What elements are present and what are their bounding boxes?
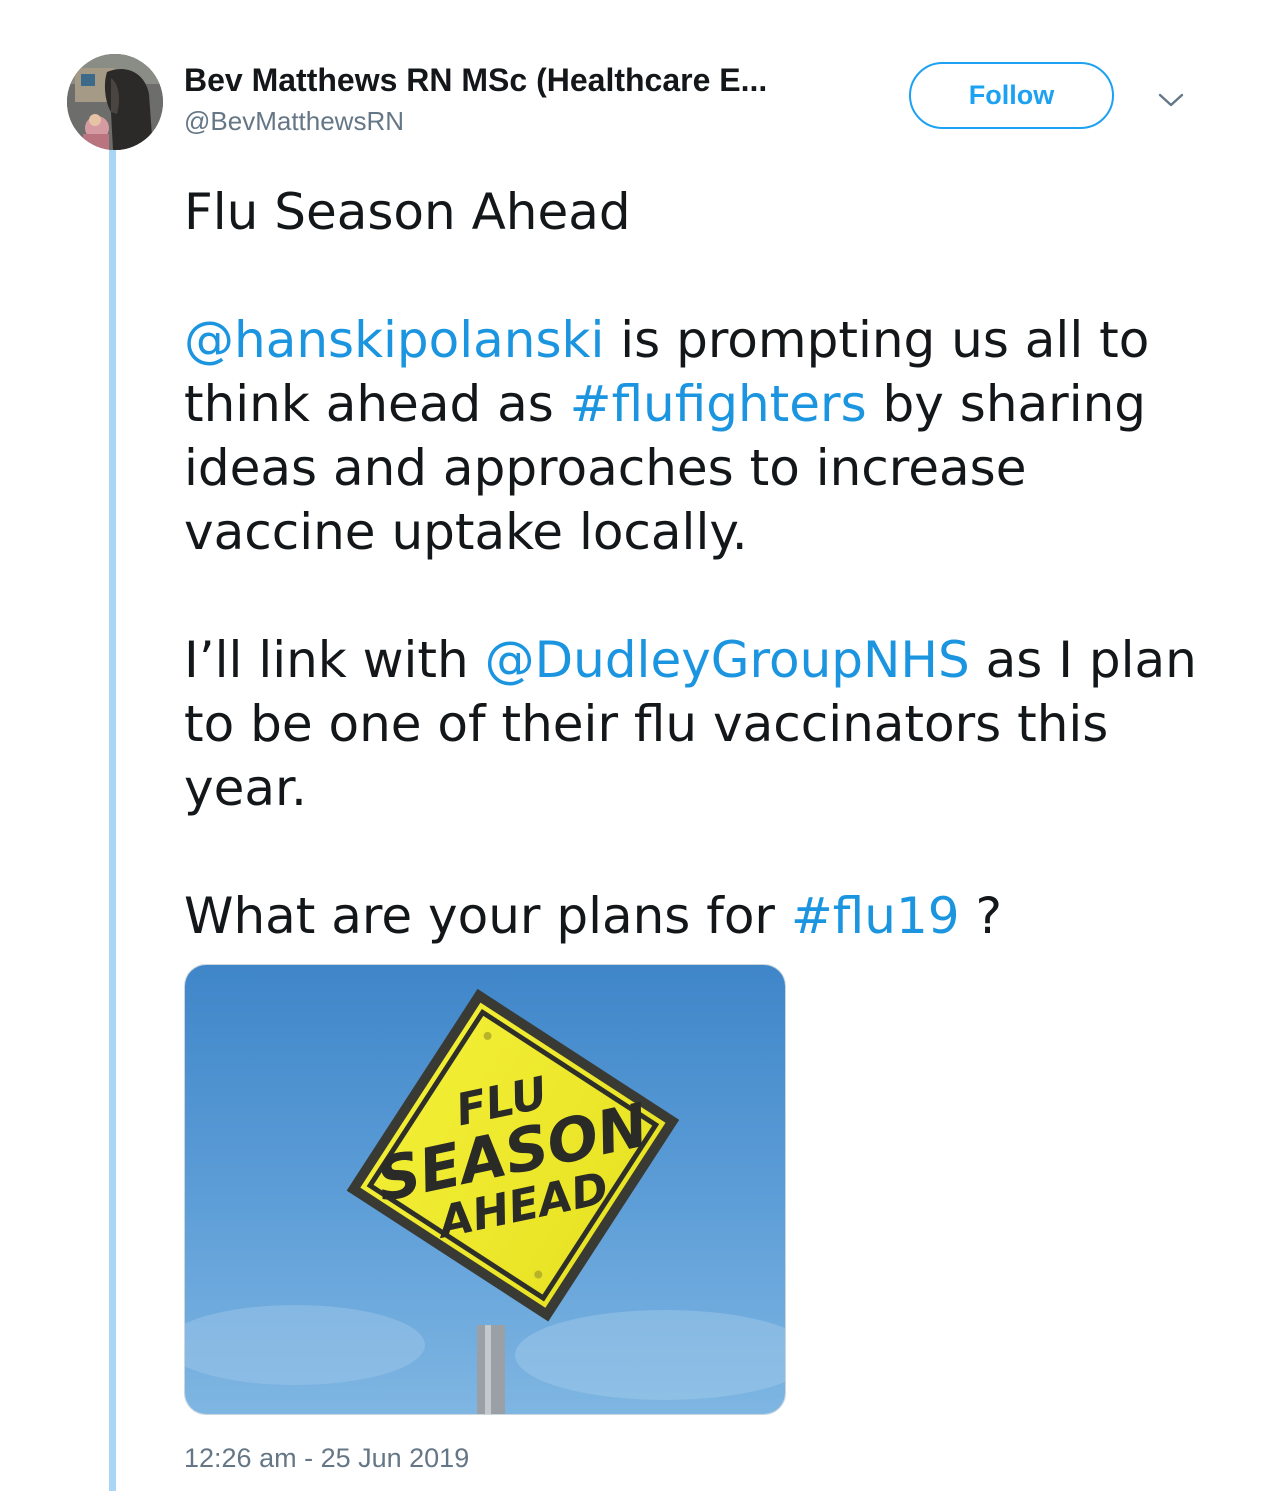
- timestamp-separator: -: [296, 1443, 321, 1473]
- flu-season-sign-image: FLU SEASON AHEAD: [185, 965, 785, 1414]
- tweet-headline: Flu Season Ahead: [184, 183, 631, 241]
- timestamp-time: 12:26 am: [184, 1443, 297, 1473]
- hashtag-link[interactable]: #flufighters: [570, 375, 867, 433]
- chevron-down-icon[interactable]: [1156, 88, 1186, 112]
- avatar-image: [67, 54, 163, 150]
- tweet-text: Flu Season Ahead @hanskipolanski is prom…: [184, 180, 1214, 948]
- mention-link[interactable]: @hanskipolanski: [184, 311, 604, 369]
- mention-link[interactable]: @DudleyGroupNHS: [485, 631, 970, 689]
- timestamp-date: 25 Jun 2019: [320, 1443, 470, 1473]
- hashtag-link[interactable]: #flu19: [791, 887, 960, 945]
- tweet-text-segment: I’ll link with: [184, 631, 485, 689]
- tweet-paragraph-1: Flu Season Ahead: [184, 180, 1214, 244]
- tweet-media-image[interactable]: FLU SEASON AHEAD: [184, 964, 786, 1415]
- tweet-paragraph-3: I’ll link with @DudleyGroupNHS as I plan…: [184, 628, 1214, 820]
- tweet-paragraph-4: What are your plans for #flu19 ?: [184, 884, 1214, 948]
- author-handle[interactable]: @BevMatthewsRN: [184, 106, 404, 137]
- tweet-timestamp[interactable]: 12:26 am - 25 Jun 2019: [184, 1443, 469, 1474]
- tweet-text-segment: What are your plans for: [184, 887, 791, 945]
- author-display-name[interactable]: Bev Matthews RN MSc (Healthcare E...: [184, 62, 767, 99]
- thread-connector-line: [109, 148, 116, 1491]
- tweet-paragraph-2: @hanskipolanski is prompting us all to t…: [184, 308, 1214, 564]
- author-avatar[interactable]: [67, 54, 163, 150]
- follow-button[interactable]: Follow: [909, 62, 1114, 129]
- tweet-text-segment: ?: [959, 887, 1003, 945]
